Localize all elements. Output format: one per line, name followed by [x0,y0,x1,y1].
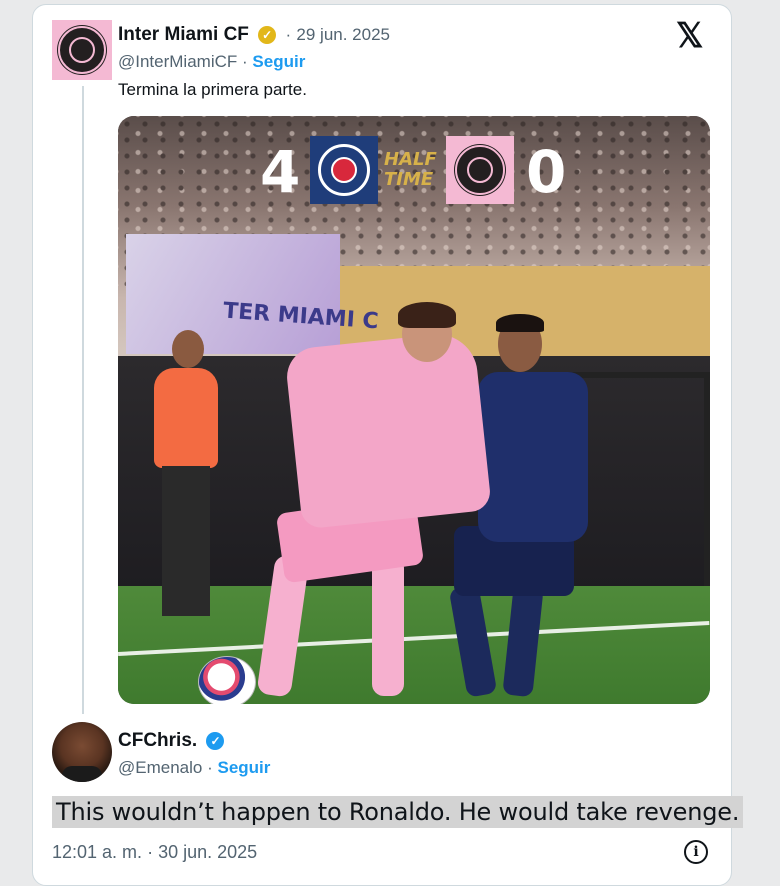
inter-miami-avatar[interactable] [52,20,112,80]
tweet-media-image[interactable]: TER MIAMI C 4 HALF TIME 0 [118,116,710,704]
reply-time: 12:01 a. m. [52,842,143,862]
psg-player-hair [496,314,544,332]
info-icon[interactable]: i [684,840,708,864]
miami-player-hair [398,302,456,328]
reply-author-name[interactable]: CFChris. [118,730,197,751]
verified-badge-icon: ✓ [258,25,277,44]
reply-date: 30 jun. 2025 [158,842,258,862]
psg-player-shirt [478,372,588,542]
x-logo-icon[interactable]: 𝕏 [676,16,703,56]
thread-connector-line [82,86,84,714]
reply-author-row: CFChris. ✓ [118,730,225,752]
cfchris-avatar[interactable] [52,722,112,782]
half-time-label: HALF TIME [384,150,437,190]
author-name[interactable]: Inter Miami CF [118,24,249,45]
header-separator: · [285,25,292,44]
referee-shirt [154,368,218,468]
reply-follow-button[interactable]: Seguir [218,758,271,777]
author-name-row: Inter Miami CF ✓ · 29 jun. 2025 [118,24,390,46]
tweet-text: Termina la primera parte. [118,80,307,99]
half-time-line1: HALF [384,149,437,170]
author-handle[interactable]: @InterMiamiCF [118,52,237,71]
away-score: 0 [526,138,567,206]
avatar-shirt [62,766,102,782]
inter-miami-crest-icon [58,26,106,74]
psg-crest-icon [310,136,378,204]
inter-miami-score-crest-icon [446,136,514,204]
timestamp-separator: · [147,842,154,862]
handle-separator: · [242,52,248,71]
verified-badge-icon: ✓ [206,731,225,750]
miami-player-shirt [284,330,492,530]
referee-legs [162,466,210,616]
reply-text: This wouldn’t happen to Ronaldo. He woul… [52,796,744,828]
reply-timestamp[interactable]: 12:01 a. m. · 30 jun. 2025 [52,842,257,863]
soccer-ball-icon [198,656,256,704]
reply-handle[interactable]: @Emenalo [118,758,202,777]
reply-handle-row: @Emenalo · Seguir [118,758,270,778]
miami-player-leg [372,556,404,696]
handle-row: @InterMiamiCF · Seguir [118,52,305,72]
tweet-date[interactable]: 29 jun. 2025 [296,25,390,44]
led-banner [126,234,340,354]
referee-head [172,330,204,368]
half-time-line2: TIME [384,169,434,190]
home-score: 4 [260,138,301,206]
reply-handle-separator: · [207,758,213,777]
follow-button[interactable]: Seguir [252,52,305,71]
